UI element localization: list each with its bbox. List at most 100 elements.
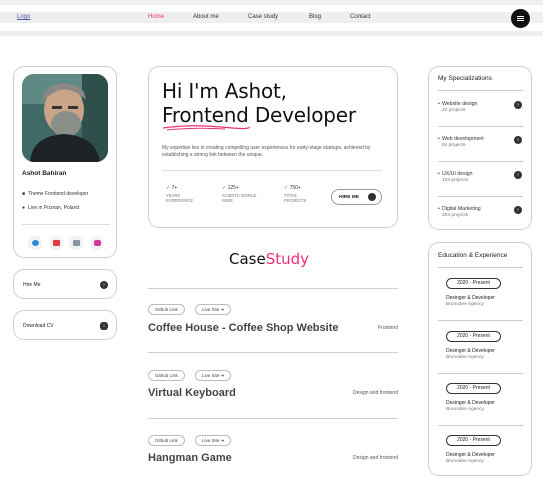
spec-count: 204 projects: [442, 213, 469, 218]
live-site-button[interactable]: Live Site ➜: [195, 304, 232, 315]
github-link-button[interactable]: Github Link: [148, 304, 185, 315]
spec-item[interactable]: • UX/UI design 104 projects: [438, 171, 473, 183]
hero-greeting: Hi I'm Ashot,: [162, 79, 287, 103]
nav-contact[interactable]: Contact: [350, 14, 371, 20]
edu-divider: [438, 267, 523, 268]
live-site-button[interactable]: Live Site ➜: [195, 370, 232, 381]
edu-entry: Desinger & Developer Brunodee Agency: [446, 348, 495, 360]
edu-entry: Desinger & Developer Brunodee Agency: [446, 295, 495, 307]
download-cv-card-button[interactable]: Download CV ↓: [13, 310, 117, 340]
project-title[interactable]: Hangman Game: [148, 452, 232, 464]
live-site-label: Live Site: [202, 438, 220, 443]
arrow-right-icon: ›: [100, 281, 108, 289]
period-badge: 2020 - Present: [446, 331, 501, 342]
live-site-label: Live Site: [202, 307, 220, 312]
project-category: Design and frontend: [352, 390, 398, 396]
nav-blog[interactable]: Blog: [309, 14, 321, 20]
header-stripe: [0, 0, 543, 5]
hire-me-button[interactable]: HIRE ME ›: [331, 189, 382, 205]
mail-icon[interactable]: [69, 236, 83, 250]
period-badge: 2020 - Present: [446, 383, 501, 394]
arrow-circle-icon: ➜: [220, 307, 225, 312]
scribble-underline: [162, 125, 250, 131]
check-icon: ✓: [222, 185, 227, 191]
stat-years-value: 7+: [171, 185, 178, 191]
download-cv-label: Download CV: [23, 323, 54, 329]
edu-divider: [438, 373, 523, 374]
nav-home[interactable]: Home: [148, 14, 164, 20]
nav-case-study[interactable]: Case study: [248, 14, 278, 20]
arrow-circle-icon: ➜: [220, 373, 225, 378]
spec-divider: [438, 90, 523, 91]
spec-divider: [438, 196, 523, 197]
profile-divider: [22, 224, 110, 225]
hire-me-button-label: HIRE ME: [339, 195, 359, 200]
spec-name: UX/UI design: [442, 171, 473, 177]
header-stripe: [0, 31, 543, 36]
period-badge: 2020 - Present: [446, 435, 501, 446]
nav-about-me[interactable]: About me: [193, 14, 219, 20]
telegram-icon[interactable]: [28, 236, 42, 250]
youtube-icon[interactable]: [49, 236, 63, 250]
hire-me-card-button[interactable]: Hire Me ›: [13, 269, 117, 299]
spec-name: Digital Marketing: [442, 206, 481, 212]
edu-org: Brunodee Agency: [446, 302, 484, 307]
stat-clients-label: CLIENTS WORLD WIDE: [222, 193, 257, 203]
arrow-right-icon[interactable]: ›: [514, 171, 522, 179]
edu-entry: Desinger & Developer Brunodee Agency: [446, 400, 495, 412]
spec-item[interactable]: • Web development 64 projects: [438, 136, 484, 148]
specializations-title: My Specializations: [438, 75, 492, 82]
edu-org: Brunodee Agency: [446, 459, 484, 464]
period-badge: 2020 - Present: [446, 278, 501, 289]
hire-me-label: Hire Me: [23, 282, 41, 288]
spec-divider: [438, 126, 523, 127]
edu-role: Desinger & Developer: [446, 295, 495, 301]
project-category: Design and frontend: [352, 455, 398, 461]
logo-link[interactable]: Logo: [17, 14, 30, 20]
github-link-button[interactable]: Github Link: [148, 370, 185, 381]
arrow-right-icon[interactable]: ›: [514, 136, 522, 144]
profile-theme-line: ■ Theme Frontend developer: [22, 191, 88, 197]
stat-years-label: YEARS EXPERIENCE: [166, 193, 193, 203]
edu-org: Brunodee Agency: [446, 355, 484, 360]
spec-item[interactable]: • Website design 24 projects: [438, 101, 477, 113]
instagram-icon[interactable]: [90, 236, 104, 250]
arrow-right-icon[interactable]: ›: [514, 206, 522, 214]
arrow-circle-icon: ➜: [220, 438, 225, 443]
edu-divider: [438, 425, 523, 426]
stat-projects-value: 750+: [289, 185, 301, 191]
edu-role: Desinger & Developer: [446, 452, 495, 458]
menu-button[interactable]: [511, 9, 530, 28]
case-study-title-part1: Case: [229, 250, 266, 268]
hero-description: My expertise lies in creating compelling…: [162, 145, 371, 158]
profile-theme: Theme Frontend developer: [28, 191, 89, 197]
profile-location-line: ● Live in Poznan, Poland: [22, 205, 79, 211]
education-card: Education & Experience 2020 - Present De…: [428, 242, 532, 476]
hero-card: Hi I'm Ashot, Frontend Developer My expe…: [148, 66, 398, 228]
spec-count: 104 projects: [442, 178, 469, 183]
top-header: Logo Home About me Case study Blog Conta…: [0, 0, 543, 36]
profile-photo: [22, 74, 108, 162]
check-icon: ✓: [166, 185, 171, 191]
project-title[interactable]: Coffee House - Coffee Shop Website: [148, 322, 338, 334]
case-study-title: CaseStudy: [229, 250, 309, 268]
hero-divider: [162, 170, 382, 171]
spec-item[interactable]: • Digital Marketing 204 projects: [438, 206, 481, 218]
spec-name: Website design: [442, 101, 478, 107]
stat-clients-value: 125+: [227, 185, 239, 191]
project-category: Frontend: [377, 325, 398, 331]
check-icon: ✓: [284, 185, 289, 191]
edu-role: Desinger & Developer: [446, 348, 495, 354]
arrow-right-icon: ›: [368, 193, 376, 201]
edu-entry: Desinger & Developer Brunodee Agency: [446, 452, 495, 464]
spec-count: 64 projects: [442, 143, 466, 148]
github-link-button[interactable]: Github Link: [148, 435, 185, 446]
specializations-card: My Specializations • Website design 24 pr…: [428, 66, 532, 230]
live-site-label: Live Site: [202, 373, 220, 378]
live-site-button[interactable]: Live Site ➜: [195, 435, 232, 446]
stat-clients: ✓ 125+ CLIENTS WORLD WIDE: [222, 185, 282, 203]
arrow-right-icon[interactable]: ›: [514, 101, 522, 109]
profile-location: Live in Poznan, Poland: [28, 205, 80, 211]
project-title[interactable]: Virtual Keyboard: [148, 387, 236, 399]
cloud-download-icon: ↓: [100, 322, 108, 330]
